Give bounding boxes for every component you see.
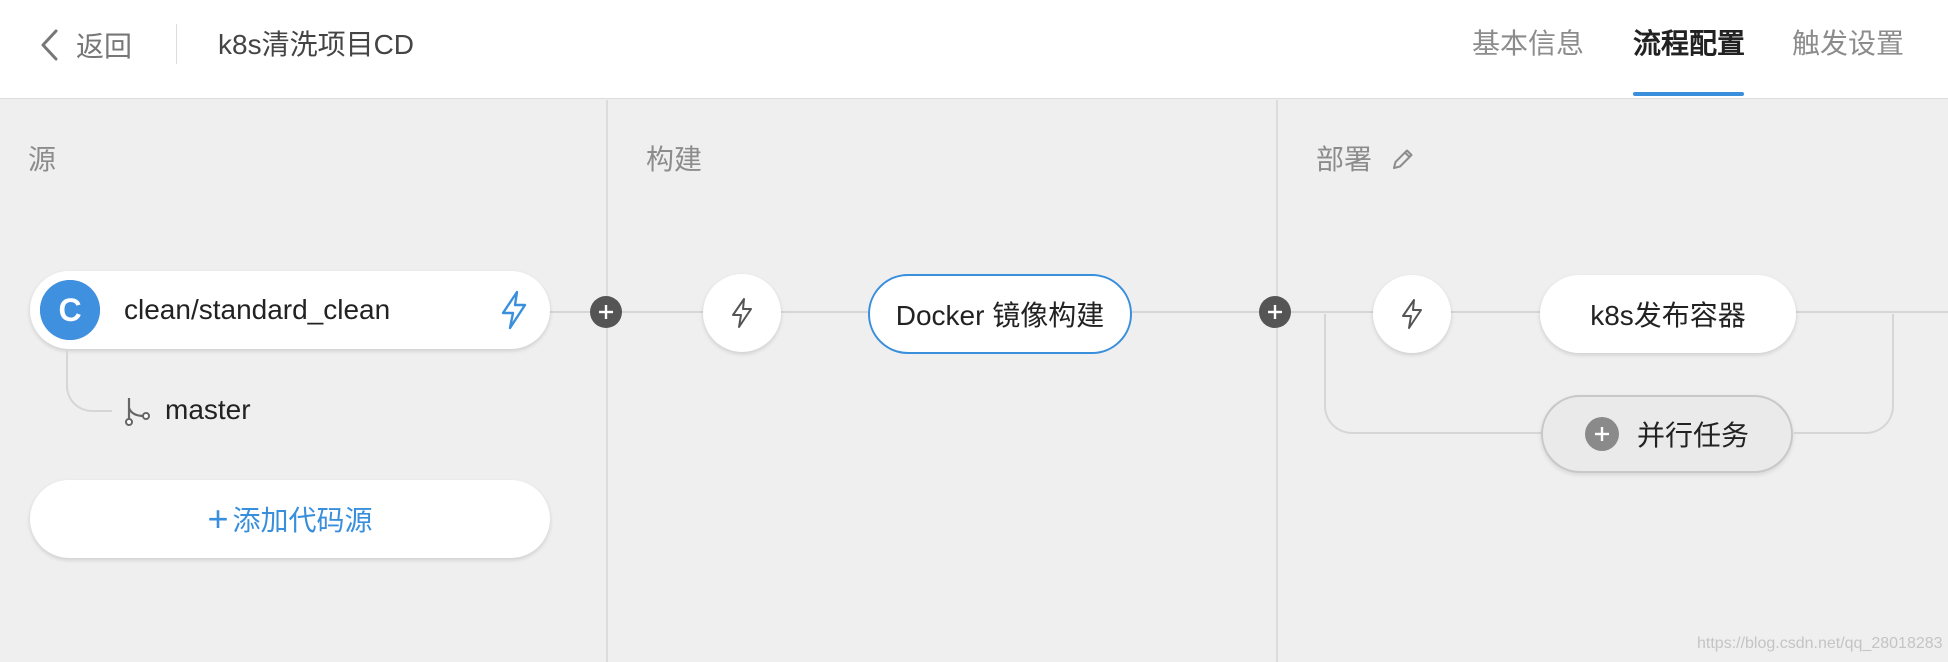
lightning-icon[interactable]	[498, 290, 530, 330]
tab-basic-info[interactable]: 基本信息	[1472, 24, 1584, 64]
source-repo-card[interactable]: C clean/standard_clean	[30, 271, 550, 349]
add-source-label: 添加代码源	[232, 505, 373, 536]
repo-logo-icon: C	[40, 280, 100, 340]
branch-connector	[66, 350, 112, 412]
stage-divider	[1276, 100, 1278, 662]
back-label: 返回	[76, 31, 133, 62]
tab-trigger-settings[interactable]: 触发设置	[1792, 24, 1904, 64]
plus-icon	[599, 305, 613, 319]
add-stage-button[interactable]	[590, 296, 622, 328]
add-source-button[interactable]: + 添加代码源	[30, 480, 550, 558]
stage-label-source: 源	[28, 144, 57, 175]
branch-name[interactable]: master	[165, 393, 251, 427]
header-divider	[176, 24, 177, 64]
add-stage-button[interactable]	[1259, 296, 1291, 328]
add-parallel-task-button[interactable]: 并行任务	[1541, 395, 1793, 473]
stage-divider	[606, 100, 608, 662]
svg-text:C: C	[58, 292, 81, 328]
repo-logo: C	[40, 280, 100, 340]
docker-build-job[interactable]: Docker 镜像构建	[868, 274, 1132, 354]
pencil-icon[interactable]	[1390, 146, 1416, 172]
chevron-left-icon	[41, 29, 58, 61]
plus-icon	[1584, 417, 1619, 451]
watermark: https://blog.csdn.net/qq_28018283	[1697, 635, 1943, 652]
job-label: k8s发布容器	[1590, 300, 1746, 331]
page-title: k8s清洗项目CD	[218, 29, 415, 60]
connector-line	[1796, 311, 1948, 313]
repo-name: clean/standard_clean	[124, 294, 391, 325]
connector-line	[1132, 311, 1540, 313]
plus-icon	[1268, 305, 1282, 319]
pipeline-canvas: 源 构建 部署 C clean/standard_clean master + …	[0, 100, 1948, 662]
lightning-icon	[732, 298, 752, 328]
lightning-icon	[1402, 299, 1422, 329]
deploy-trigger-button[interactable]	[1373, 275, 1451, 353]
active-tab-indicator	[1633, 92, 1744, 96]
git-branch-icon	[125, 398, 150, 426]
build-trigger-button[interactable]	[703, 274, 781, 352]
top-bar: 返回 k8s清洗项目CD 基本信息 流程配置 触发设置	[0, 0, 1948, 99]
plus-icon: +	[207, 498, 229, 539]
stage-label-deploy: 部署	[1316, 144, 1373, 175]
k8s-deploy-job[interactable]: k8s发布容器	[1540, 275, 1796, 353]
parallel-task-label: 并行任务	[1636, 420, 1749, 451]
parallel-connector	[1794, 314, 1894, 434]
job-label: Docker 镜像构建	[895, 300, 1105, 331]
back-button[interactable]: 返回	[38, 26, 132, 64]
tab-pipeline-config[interactable]: 流程配置	[1633, 24, 1745, 64]
stage-label-build: 构建	[646, 144, 703, 175]
